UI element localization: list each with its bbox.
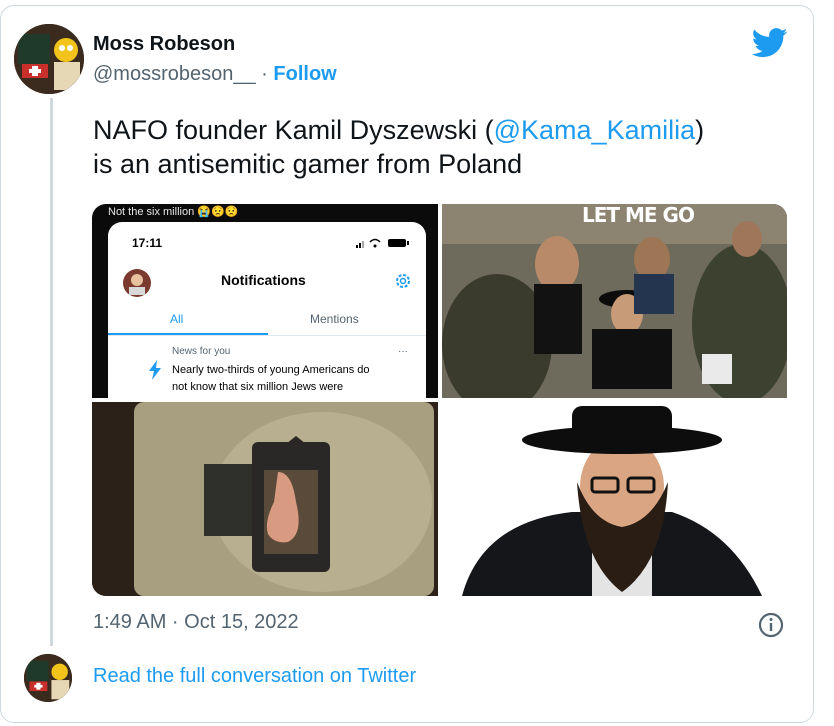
twitter-bird-icon[interactable] [751,28,788,58]
phone-news-category: News for you [172,346,231,357]
profile-icon [123,269,151,297]
thread-line [50,98,53,646]
mention-link[interactable]: @Kama_Kamilia [494,115,696,145]
avatar-small[interactable] [24,654,72,702]
separator-dot: · [261,63,268,85]
tweet-text: NAFO founder Kamil Dyszewski (@Kama_Kami… [93,113,793,181]
phone-time: 17:11 [132,236,163,250]
author-handle[interactable]: @mossrobeson__ [93,63,256,85]
tweet-timestamp[interactable]: 1:49 AM · Oct 15, 2022 [93,611,299,634]
phone-news-line1: Nearly two-thirds of young Americans do [172,364,370,376]
phone-tab-divider [108,335,426,336]
follow-button[interactable]: Follow [273,63,336,85]
tweet-text-after: ) [695,115,705,145]
avatar[interactable] [14,24,84,94]
media-image-man-hat[interactable] [442,402,787,596]
author-name[interactable]: Moss Robeson [93,33,235,56]
signal-icon [356,238,409,248]
phone-more-dots: ··· [398,346,408,357]
image1-caption: Not the six million 😭😟😟 [108,206,239,218]
media-grid[interactable]: Not the six million 😭😟😟 17:11 Notificati… [92,204,787,596]
media-image-notifications[interactable]: Not the six million 😭😟😟 17:11 Notificati… [92,204,438,398]
read-full-conversation-link[interactable]: Read the full conversation on Twitter [93,665,416,688]
tweet-text-before: NAFO founder Kamil Dyszewski ( [93,115,494,145]
image2-caption: LET ME GO [582,204,695,227]
info-icon[interactable] [758,612,784,638]
lightning-icon [149,360,161,380]
phone-news-line2: not know that six million Jews were [172,381,344,393]
phone-screenshot: 17:11 Notifications All Mentions News fo… [108,222,426,398]
street-scene-illustration [442,204,787,398]
media-image-street-scene[interactable]: LET ME GO [442,204,787,398]
phone-tab-all: All [170,312,184,326]
media-image-nose-door[interactable] [92,402,438,596]
tweet-text-line2: is an antisemitic gamer from Poland [93,149,523,179]
gear-icon [396,274,410,288]
phone-notifications-title: Notifications [221,272,306,288]
nose-door-illustration [92,402,438,596]
author-handle-row: @mossrobeson__ · Follow [93,63,337,86]
man-hat-illustration [442,402,787,596]
phone-tab-mentions: Mentions [310,312,359,326]
